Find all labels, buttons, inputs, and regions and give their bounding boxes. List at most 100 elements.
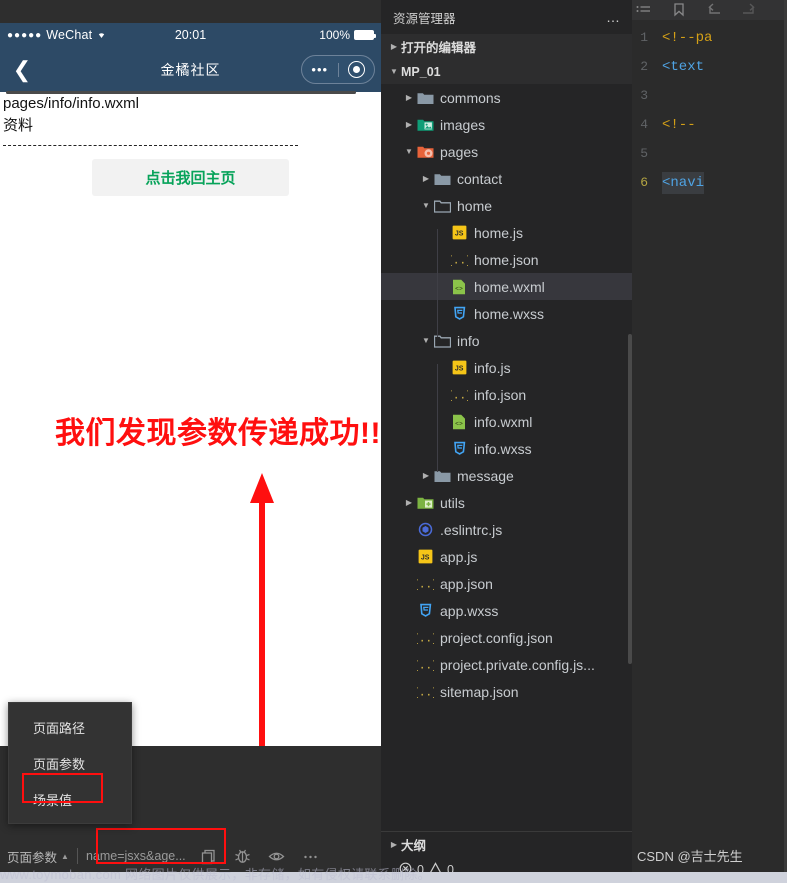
code-line[interactable]: 3 bbox=[632, 81, 787, 110]
eye-icon[interactable] bbox=[268, 848, 285, 865]
phone-device-frame: ●●●●● WeChat 20:01 100% ❮ 金橘社区 ••• pages… bbox=[0, 23, 381, 746]
code-line[interactable]: 1 <!--pa bbox=[632, 23, 787, 52]
list-icon[interactable] bbox=[636, 3, 652, 17]
arrow-back-icon[interactable] bbox=[706, 3, 722, 17]
explorer-section-project-root[interactable]: ▼ MP_01 bbox=[381, 59, 632, 84]
tree-item-contact[interactable]: ▶ contact bbox=[381, 165, 632, 192]
tree-item-app-js[interactable]: JS app.js bbox=[381, 543, 632, 570]
explorer-section-open-editors-label: 打开的编辑器 bbox=[401, 41, 477, 55]
tree-indent-guide bbox=[437, 364, 438, 472]
chevron-right-icon[interactable]: ▶ bbox=[402, 498, 416, 507]
tree-item-label: images bbox=[440, 116, 486, 133]
json-icon: {..} bbox=[416, 575, 434, 592]
svg-text:{..}: {..} bbox=[451, 256, 468, 267]
line-number: 4 bbox=[640, 117, 648, 132]
tree-item-app-wxss[interactable]: app.wxss bbox=[381, 597, 632, 624]
tree-item-home-js[interactable]: JS home.js bbox=[381, 219, 632, 246]
tree-item-info-wxss[interactable]: info.wxss bbox=[381, 435, 632, 462]
chevron-right-icon[interactable]: ▶ bbox=[419, 174, 433, 183]
tree-item-pages[interactable]: ▼ pages bbox=[381, 138, 632, 165]
go-home-button[interactable]: 点击我回主页 bbox=[92, 158, 289, 196]
code-line[interactable]: 4 <!-- bbox=[632, 110, 787, 139]
wxml-icon: <> bbox=[450, 413, 468, 430]
page-params-value-input[interactable]: name=jsxs&age... bbox=[86, 849, 186, 863]
bug-icon[interactable] bbox=[234, 848, 251, 865]
tree-item-label: utils bbox=[440, 494, 465, 511]
wechat-capsule-button[interactable]: ••• bbox=[301, 55, 375, 84]
carrier-label: WeChat bbox=[46, 28, 93, 42]
explorer-section-project-root-label: MP_01 bbox=[401, 64, 441, 79]
folder-icon bbox=[416, 89, 434, 106]
context-menu-item-page-path[interactable]: 页面路径 bbox=[9, 709, 131, 745]
chevron-down-icon[interactable]: ▼ bbox=[419, 201, 433, 210]
target-circle-icon[interactable] bbox=[339, 61, 375, 78]
outline-label: 大纲 bbox=[401, 839, 427, 853]
tree-item-info[interactable]: ▼ info bbox=[381, 327, 632, 354]
folder-util-icon bbox=[416, 494, 434, 511]
tree-item-label: contact bbox=[457, 170, 503, 187]
tree-item-utils[interactable]: ▶ utils bbox=[381, 489, 632, 516]
phone-nav-bar: ❮ 金橘社区 ••• bbox=[0, 47, 381, 92]
page-params-selector[interactable]: 页面参数 ▲ bbox=[7, 847, 69, 866]
tree-item-home[interactable]: ▼ home bbox=[381, 192, 632, 219]
code-lines[interactable]: 1 <!--pa 2 <text 3 4 <!-- 5 6 <navi bbox=[632, 20, 787, 197]
svg-text:{..}: {..} bbox=[417, 580, 434, 591]
tree-item-label: info.wxml bbox=[474, 413, 533, 430]
tree-item-images[interactable]: ▶ images bbox=[381, 111, 632, 138]
tree-item-project-config-json[interactable]: {..} project.config.json bbox=[381, 624, 632, 651]
code-line[interactable]: 2 <text bbox=[632, 52, 787, 81]
bookmark-icon[interactable] bbox=[671, 3, 687, 17]
caret-up-icon: ▲ bbox=[61, 851, 69, 861]
eslint-icon bbox=[416, 521, 434, 538]
folder-open-icon bbox=[433, 332, 451, 349]
chevron-down-icon[interactable]: ▼ bbox=[419, 336, 433, 345]
svg-text:{..}: {..} bbox=[451, 391, 468, 402]
code-line[interactable]: 5 bbox=[632, 139, 787, 168]
more-horizontal-icon[interactable] bbox=[302, 848, 319, 865]
context-menu-item-scene-value[interactable]: 场景值 bbox=[9, 781, 131, 817]
more-horizontal-icon[interactable]: … bbox=[606, 9, 622, 25]
tree-item-label: info bbox=[457, 332, 480, 349]
tree-item-project-private-config-js[interactable]: {..} project.private.config.js... bbox=[381, 651, 632, 678]
chevron-right-icon[interactable]: ▶ bbox=[402, 120, 416, 129]
arrow-forward-icon[interactable] bbox=[741, 3, 757, 17]
chevron-down-icon[interactable]: ▼ bbox=[402, 147, 416, 156]
folder-icon bbox=[433, 170, 451, 187]
svg-text:<>: <> bbox=[455, 285, 463, 292]
tree-item-message[interactable]: ▶ message bbox=[381, 462, 632, 489]
simulator-horizontal-scrollbar[interactable] bbox=[0, 90, 381, 95]
phone-status-bar: ●●●●● WeChat 20:01 100% bbox=[0, 23, 381, 47]
explorer-section-open-editors[interactable]: ▶ 打开的编辑器 bbox=[381, 34, 632, 59]
more-horizontal-icon[interactable]: ••• bbox=[302, 63, 338, 76]
tree-item-info-js[interactable]: JS info.js bbox=[381, 354, 632, 381]
chevron-down-icon: ▼ bbox=[390, 67, 398, 76]
simulator-top-gap bbox=[0, 0, 381, 23]
tree-item-home-wxml[interactable]: <> home.wxml bbox=[381, 273, 632, 300]
js-icon: JS bbox=[450, 224, 468, 241]
json-icon: {..} bbox=[416, 629, 434, 646]
code-editor-panel: 1 <!--pa 2 <text 3 4 <!-- 5 6 <navi CSDN @吉士先生 bbox=[632, 0, 787, 883]
outline-section[interactable]: ▶ 大纲 bbox=[381, 831, 632, 857]
tree-item-sitemap-json[interactable]: {..} sitemap.json bbox=[381, 678, 632, 705]
tree-item-label: commons bbox=[440, 89, 501, 106]
tree-item-label: app.wxss bbox=[440, 602, 499, 619]
code-line-text: <navi bbox=[662, 171, 705, 194]
copy-icon[interactable] bbox=[200, 848, 217, 865]
tree-item-home-json[interactable]: {..} home.json bbox=[381, 246, 632, 273]
csdn-watermark: CSDN @吉士先生 bbox=[637, 849, 743, 864]
svg-text:{..}: {..} bbox=[417, 634, 434, 645]
chevron-left-icon[interactable]: ❮ bbox=[0, 58, 44, 81]
tree-item-info-wxml[interactable]: <> info.wxml bbox=[381, 408, 632, 435]
tree-item-home-wxss[interactable]: home.wxss bbox=[381, 300, 632, 327]
tree-item-app-json[interactable]: {..} app.json bbox=[381, 570, 632, 597]
tree-item-commons[interactable]: ▶ commons bbox=[381, 84, 632, 111]
context-menu-item-page-params[interactable]: 页面参数 bbox=[9, 745, 131, 781]
wxss-icon bbox=[450, 440, 468, 457]
tree-item-label: project.private.config.js... bbox=[440, 656, 595, 673]
chevron-right-icon[interactable]: ▶ bbox=[402, 93, 416, 102]
tree-item-info-json[interactable]: {..} info.json bbox=[381, 381, 632, 408]
code-line[interactable]: 6 <navi bbox=[632, 168, 787, 197]
chevron-right-icon[interactable]: ▶ bbox=[419, 471, 433, 480]
tree-item-eslintrc-js[interactable]: .eslintrc.js bbox=[381, 516, 632, 543]
tree-item-label: .eslintrc.js bbox=[440, 521, 503, 538]
